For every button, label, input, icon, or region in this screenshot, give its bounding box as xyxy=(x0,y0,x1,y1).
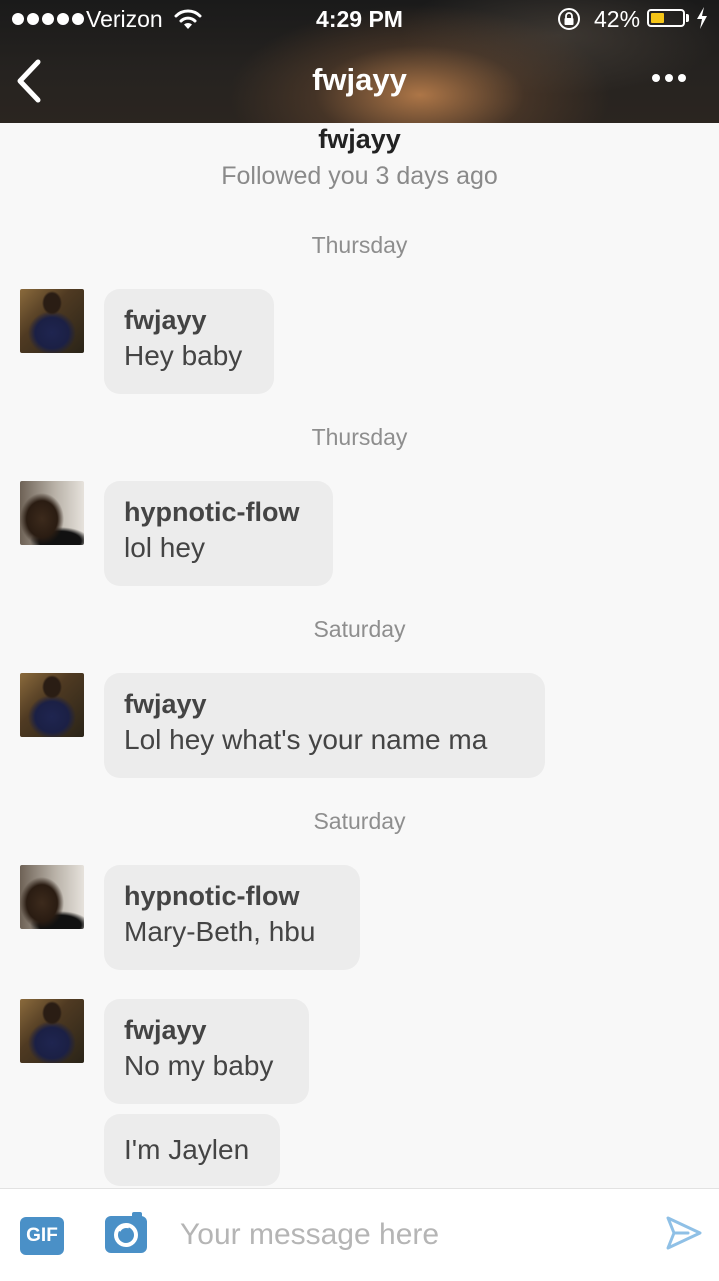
message-text: Lol hey what's your name ma xyxy=(124,724,488,755)
message-bubble[interactable]: fwjayy Hey baby xyxy=(104,289,274,394)
avatar[interactable] xyxy=(20,865,84,929)
message-text: Hey baby xyxy=(124,340,243,371)
message-sender: fwjayy xyxy=(124,305,207,335)
avatar[interactable] xyxy=(20,289,84,353)
status-bar: Verizon 4:29 PM 42% xyxy=(0,0,719,40)
message-sender: fwjayy xyxy=(124,689,207,719)
avatar[interactable] xyxy=(20,673,84,737)
send-icon xyxy=(666,1216,702,1250)
day-separator: Saturday xyxy=(313,616,406,642)
day-separator: Thursday xyxy=(311,424,408,450)
avatar[interactable] xyxy=(20,481,84,545)
gif-button[interactable]: GIF xyxy=(20,1217,64,1255)
message-bubble[interactable]: I'm Jaylen xyxy=(104,1114,280,1186)
message-bubble[interactable]: hypnotic-flow lol hey xyxy=(104,481,333,586)
camera-button[interactable] xyxy=(104,1211,148,1255)
message-input[interactable] xyxy=(170,1213,650,1257)
conversation-title: fwjayy xyxy=(312,62,407,97)
rotation-lock-icon xyxy=(558,8,580,30)
message-text: I'm Jaylen xyxy=(124,1134,250,1165)
message-composer: GIF xyxy=(0,1188,719,1281)
message-text: Mary-Beth, hbu xyxy=(124,916,316,947)
message-text: lol hey xyxy=(124,532,205,563)
message-sender: hypnotic-flow xyxy=(124,881,300,911)
message-sender: fwjayy xyxy=(124,1015,207,1045)
send-button[interactable] xyxy=(664,1213,704,1253)
battery-cap xyxy=(686,14,689,22)
more-options-button[interactable] xyxy=(646,62,692,94)
message-text: No my baby xyxy=(124,1050,274,1081)
message-bubble[interactable]: fwjayy Lol hey what's your name ma xyxy=(104,673,545,778)
message-bubble[interactable]: fwjayy No my baby xyxy=(104,999,309,1104)
charging-bolt-icon xyxy=(697,7,707,29)
battery-level xyxy=(651,13,664,23)
camera-icon xyxy=(105,1212,147,1253)
message-sender: hypnotic-flow xyxy=(124,497,300,527)
profile-follow-status: Followed you 3 days ago xyxy=(221,162,498,190)
profile-name[interactable]: fwjayy xyxy=(0,124,719,155)
message-bubble[interactable]: hypnotic-flow Mary-Beth, hbu xyxy=(104,865,360,970)
ellipsis-icon xyxy=(652,74,660,82)
avatar[interactable] xyxy=(20,999,84,1063)
battery-icon xyxy=(647,9,685,27)
battery-percentage: 42% xyxy=(594,6,641,32)
day-separator: Thursday xyxy=(311,232,408,258)
navigation-header: Verizon 4:29 PM 42% fwjayy xyxy=(0,0,719,123)
day-separator: Saturday xyxy=(313,808,406,834)
